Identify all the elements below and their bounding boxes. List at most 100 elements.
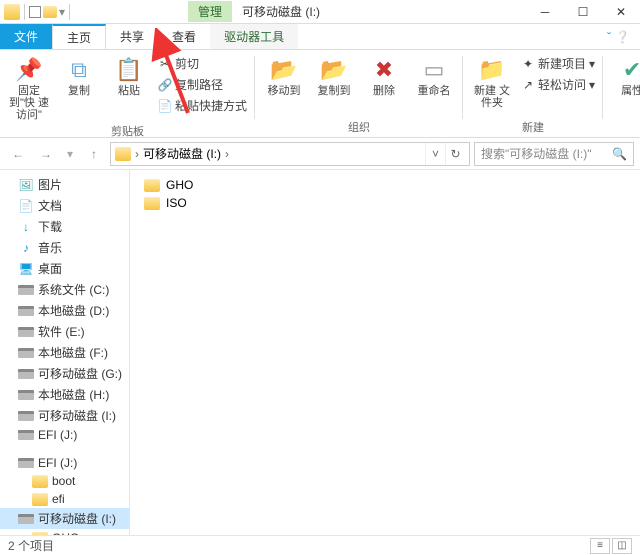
cut-button[interactable]: ✂剪切 — [156, 54, 249, 73]
easy-access-label: 轻松访问 — [538, 76, 586, 93]
address-path: 可移动磁盘 (I:) — [143, 145, 221, 162]
item-count: 2 个项目 — [8, 537, 54, 554]
home-tab[interactable]: 主页 — [52, 24, 106, 49]
tree-item[interactable]: boot — [0, 472, 129, 490]
forward-button[interactable]: → — [34, 142, 58, 166]
status-bar: 2 个项目 ≡ ◫ — [0, 535, 640, 555]
tree-item-label: 文档 — [38, 197, 62, 214]
move-to-icon: 📂 — [270, 56, 298, 84]
up-button[interactable]: ↑ — [82, 142, 106, 166]
tree-item[interactable]: ↓下载 — [0, 216, 129, 237]
organize-group: 📂 移动到 📂 复制到 ✖ 删除 ▭ 重命名 组织 — [255, 50, 463, 137]
maximize-button[interactable]: ☐ — [564, 0, 602, 24]
new-item-label: 新建项目 — [538, 55, 586, 72]
tree-item-label: 本地磁盘 (H:) — [38, 386, 109, 403]
properties-label: 属性 — [621, 85, 640, 97]
recent-locations-button[interactable]: ▾ — [62, 142, 78, 166]
tree-item[interactable]: 📄文档 — [0, 195, 129, 216]
copy-path-button[interactable]: 🔗复制路径 — [156, 75, 249, 94]
qat-folder-icon — [43, 6, 57, 18]
tree-item[interactable]: 本地磁盘 (H:) — [0, 384, 129, 405]
help-icon[interactable]: ❔ — [615, 30, 630, 44]
tree-item-label: boot — [52, 474, 75, 488]
easy-access-button[interactable]: ↗轻松访问▾ — [519, 75, 597, 94]
app-folder-icon — [4, 4, 20, 20]
paste-shortcut-button[interactable]: 📄粘贴快捷方式 — [156, 96, 249, 115]
copy-path-label: 复制路径 — [175, 76, 223, 93]
drive-tools-tab[interactable]: 驱动器工具 — [210, 24, 298, 49]
delete-button[interactable]: ✖ 删除 — [361, 54, 407, 99]
qat-dropdown-icon[interactable]: ▾ — [59, 5, 65, 19]
address-bar[interactable]: › 可移动磁盘 (I:) › ˅ ↻ — [110, 142, 470, 166]
file-item[interactable]: GHO — [140, 176, 630, 194]
minimize-button[interactable]: ─ — [526, 0, 564, 24]
cut-icon: ✂ — [158, 57, 172, 71]
context-tab-manage[interactable]: 管理 — [188, 1, 232, 22]
move-to-label: 移动到 — [268, 85, 301, 97]
tree-item-label: 图片 — [38, 176, 62, 193]
paste-button[interactable]: 📋 粘贴 — [106, 54, 152, 99]
rename-icon: ▭ — [420, 56, 448, 84]
tree-item[interactable]: ♪音乐 — [0, 237, 129, 258]
rename-button[interactable]: ▭ 重命名 — [411, 54, 457, 99]
address-chevron-icon: › — [135, 147, 139, 161]
new-item-button[interactable]: ✦新建项目▾ — [519, 54, 597, 73]
content-area: 🖼图片📄文档↓下载♪音乐🖥桌面系统文件 (C:) 本地磁盘 (D:)软件 (E:)… — [0, 170, 640, 535]
tree-item-label: 音乐 — [38, 239, 62, 256]
file-item[interactable]: ISO — [140, 194, 630, 212]
tree-item-label: EFI (J:) — [38, 456, 77, 470]
tree-item[interactable]: 可移动磁盘 (G:) — [0, 363, 129, 384]
tree-item-label: 系统文件 (C:) — [38, 281, 109, 298]
search-box[interactable]: 搜索"可移动磁盘 (I:)" 🔍 — [474, 142, 634, 166]
qat-checkbox[interactable] — [29, 6, 41, 18]
pin-quick-access-button[interactable]: 📌 固定到"快 速访问" — [6, 54, 52, 123]
tree-item[interactable]: EFI (J:) — [0, 454, 129, 472]
file-name: ISO — [166, 196, 187, 210]
tree-item-label: 可移动磁盘 (I:) — [38, 510, 116, 527]
clipboard-group-label: 剪贴板 — [6, 123, 249, 139]
close-button[interactable]: ✕ — [602, 0, 640, 24]
paste-shortcut-icon: 📄 — [158, 99, 172, 113]
move-to-button[interactable]: 📂 移动到 — [261, 54, 307, 99]
tree-item[interactable]: 本地磁盘 (D:) — [0, 300, 129, 321]
file-tab[interactable]: 文件 — [0, 24, 52, 49]
tree-item[interactable]: efi — [0, 490, 129, 508]
copy-to-button[interactable]: 📂 复制到 — [311, 54, 357, 99]
ribbon-collapse-icon[interactable]: ˇ — [607, 30, 611, 44]
tree-item[interactable]: 本地磁盘 (F:) — [0, 342, 129, 363]
tree-item[interactable]: 软件 (E:) — [0, 321, 129, 342]
refresh-button[interactable]: ↻ — [445, 143, 465, 165]
view-tab[interactable]: 查看 — [158, 24, 210, 49]
paste-shortcut-label: 粘贴快捷方式 — [175, 97, 247, 114]
copy-path-icon: 🔗 — [158, 78, 172, 92]
open-group-label: 打开 — [609, 119, 640, 135]
file-list[interactable]: GHO ISO — [130, 170, 640, 535]
back-button[interactable]: ← — [6, 142, 30, 166]
qat-separator2 — [69, 4, 70, 20]
tree-item[interactable]: EFI (J:) — [0, 426, 129, 444]
properties-button[interactable]: ✔ 属性 — [609, 54, 640, 99]
qat-separator — [24, 4, 25, 20]
ribbon-tabs: 文件 主页 共享 查看 驱动器工具 ˇ ❔ — [0, 24, 640, 50]
copy-to-label: 复制到 — [318, 85, 351, 97]
copy-button[interactable]: ⧉ 复制 — [56, 54, 102, 99]
tree-item[interactable]: 系统文件 (C:) — [0, 279, 129, 300]
tree-item[interactable]: 🖥桌面 — [0, 258, 129, 279]
quick-access-toolbar: ▾ — [0, 4, 76, 20]
organize-group-label: 组织 — [261, 119, 457, 135]
details-view-button[interactable]: ≡ — [590, 538, 610, 554]
new-folder-button[interactable]: 📁 新建 文件夹 — [469, 54, 515, 111]
delete-label: 删除 — [373, 85, 395, 97]
window-title: 可移动磁盘 (I:) — [242, 3, 320, 20]
tree-item[interactable]: 可移动磁盘 (I:) — [0, 405, 129, 426]
nav-tree[interactable]: 🖼图片📄文档↓下载♪音乐🖥桌面系统文件 (C:) 本地磁盘 (D:)软件 (E:)… — [0, 170, 130, 535]
folder-icon — [144, 197, 160, 210]
tree-item[interactable]: 🖼图片 — [0, 174, 129, 195]
new-group: 📁 新建 文件夹 ✦新建项目▾ ↗轻松访问▾ 新建 — [463, 50, 603, 137]
file-name: GHO — [166, 178, 193, 192]
tree-item-label: 下载 — [38, 218, 62, 235]
icons-view-button[interactable]: ◫ — [612, 538, 632, 554]
tree-item[interactable]: 可移动磁盘 (I:) — [0, 508, 129, 529]
address-history-button[interactable]: ˅ — [425, 143, 445, 165]
share-tab[interactable]: 共享 — [106, 24, 158, 49]
